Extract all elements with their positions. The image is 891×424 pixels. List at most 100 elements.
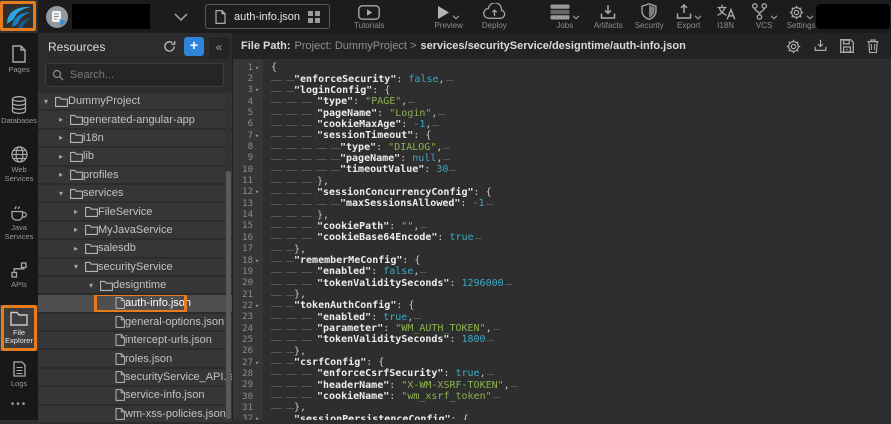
gutter-cell: 22▾ xyxy=(233,300,263,311)
project-switcher-icon[interactable] xyxy=(45,5,69,29)
sidebar-item-java-services[interactable]: Java Services xyxy=(0,198,38,246)
tree-item-securityservice[interactable]: ▾securityService xyxy=(38,259,232,277)
fold-toggle-icon[interactable]: ▾ xyxy=(253,64,261,72)
tree-item-generated-angular-app[interactable]: ▸generated-angular-app xyxy=(38,111,232,129)
line-number: 19 xyxy=(242,267,253,277)
topbar-tutorials-button[interactable]: Tutorials xyxy=(354,3,384,30)
line-number: 23 xyxy=(242,312,253,322)
line-number: 5 xyxy=(248,108,253,118)
chevron-down-icon[interactable]: ▾ xyxy=(74,262,85,271)
tree-item-salesdb[interactable]: ▸salesdb xyxy=(38,240,232,258)
tree-item-intercept-urls-json[interactable]: intercept-urls.json xyxy=(38,332,232,350)
tree-item-fileservice[interactable]: ▸FileService xyxy=(38,203,232,221)
code-token: : { xyxy=(413,130,431,141)
chevron-down-icon[interactable]: ▾ xyxy=(59,189,70,198)
topbar-preview-button[interactable]: Preview xyxy=(434,3,462,30)
tree-item-wm-xss-policies-json[interactable]: wm-xss-policies.json xyxy=(38,406,232,424)
tree-item-dummyproject[interactable]: ▾DummyProject xyxy=(38,93,232,111)
file-icon xyxy=(115,408,125,420)
search-input[interactable] xyxy=(45,63,224,87)
fold-toggle-icon[interactable]: ▾ xyxy=(253,415,261,420)
sidebar-item-web-services[interactable]: Web Services xyxy=(0,140,38,188)
topbar-security-button[interactable]: Security xyxy=(635,3,664,30)
file-icon xyxy=(215,10,226,24)
chevron-right-icon[interactable]: ▸ xyxy=(74,244,85,253)
topbar-settings-button[interactable]: Settings xyxy=(787,3,816,30)
whitespace-mark xyxy=(442,153,451,164)
code-token: "pageName" xyxy=(317,108,377,119)
topbar-artifacts-button[interactable]: Artifacts xyxy=(594,3,623,30)
sidebar-item-pages[interactable]: Pages xyxy=(0,39,38,80)
tree-item-roles-json[interactable]: roles.json xyxy=(38,350,232,368)
sidebar-item-databases[interactable]: Databases xyxy=(0,90,38,131)
app-logo[interactable] xyxy=(0,0,38,33)
tree-item-auth-info-json[interactable]: auth-info.json xyxy=(38,295,232,313)
tree-item-designtime[interactable]: ▾designtime xyxy=(38,277,232,295)
indent-guide xyxy=(271,357,294,368)
branch-icon xyxy=(751,3,768,20)
tree-item-securityservice-api-json[interactable]: securityService_API.json xyxy=(38,369,232,387)
indent-guide xyxy=(271,176,317,187)
whitespace-mark xyxy=(492,323,501,334)
whitespace-mark xyxy=(419,266,428,277)
chevron-down-icon[interactable] xyxy=(174,13,188,21)
chevron-right-icon[interactable]: ▸ xyxy=(59,170,70,179)
gutter-cell: 2 xyxy=(233,73,263,84)
fold-toggle-icon[interactable]: ▾ xyxy=(253,188,261,196)
code-token: "WM_AUTH_TOKEN" xyxy=(395,323,485,334)
sidebar-item-logs[interactable]: Logs xyxy=(0,355,38,394)
whitespace-mark xyxy=(474,232,483,243)
download-button[interactable] xyxy=(814,39,827,54)
tree-scrollbar-thumb[interactable] xyxy=(226,171,231,419)
topbar-jobs-button[interactable]: Jobs xyxy=(550,3,580,30)
tree-item-i18n[interactable]: ▸i18n xyxy=(38,130,232,148)
delete-button[interactable] xyxy=(867,39,879,54)
chevron-right-icon[interactable]: ▸ xyxy=(59,115,70,124)
gutter-cell: 14 xyxy=(233,209,263,220)
chevron-down-icon xyxy=(770,15,778,20)
sidebar-item-apis[interactable]: APIs xyxy=(0,256,38,295)
save-button[interactable] xyxy=(840,39,854,54)
chevron-down-icon[interactable]: ▾ xyxy=(44,97,55,106)
add-resource-button[interactable]: + xyxy=(184,37,204,56)
download-icon xyxy=(600,4,616,20)
fold-toggle-icon[interactable]: ▾ xyxy=(253,257,261,265)
refresh-icon[interactable] xyxy=(163,40,176,53)
tree-item-general-options-json[interactable]: general-options.json xyxy=(38,314,232,332)
fold-toggle-icon[interactable]: ▾ xyxy=(253,86,261,94)
grid-icon[interactable] xyxy=(308,11,320,23)
chevron-right-icon[interactable]: ▸ xyxy=(59,152,70,161)
tree-item-profiles[interactable]: ▸profiles xyxy=(38,167,232,185)
chevron-right-icon[interactable]: ▸ xyxy=(59,133,70,142)
sidebar-item-label: Java Services xyxy=(0,224,38,241)
play-icon xyxy=(437,5,450,20)
toolbar-item-label: Deploy xyxy=(482,21,507,30)
tree-item-myjavaservice[interactable]: ▸MyJavaService xyxy=(38,222,232,240)
whitespace-mark xyxy=(486,334,495,345)
topbar-i18n-button[interactable]: I18N xyxy=(716,3,736,30)
tree-item-lib[interactable]: ▸lib xyxy=(38,148,232,166)
code-line: 13"maxSessionsAllowed": -1 xyxy=(233,198,891,209)
code-line: 17}, xyxy=(233,244,891,255)
settings-button[interactable] xyxy=(786,39,801,54)
tree-item-services[interactable]: ▾services xyxy=(38,185,232,203)
code-token: "" xyxy=(401,221,413,232)
tree-item-service-info-json[interactable]: service-info.json xyxy=(38,387,232,405)
code-surface[interactable]: 1▾{2"enforceSecurity": false,3▾"loginCon… xyxy=(233,59,891,420)
fold-toggle-icon[interactable]: ▾ xyxy=(253,302,261,310)
fold-toggle-icon[interactable]: ▾ xyxy=(253,132,261,140)
chevron-right-icon[interactable]: ▸ xyxy=(74,207,85,216)
sidebar-item-file-explorer[interactable]: File Explorer xyxy=(0,305,38,351)
fold-toggle-icon[interactable]: ▾ xyxy=(253,359,261,367)
whitespace-mark xyxy=(419,221,428,232)
gutter-cell: 21 xyxy=(233,289,263,300)
indent-guide xyxy=(271,153,340,164)
chevron-right-icon[interactable]: ▸ xyxy=(74,225,85,234)
more-options-button[interactable]: ••• xyxy=(0,393,38,420)
open-file-tab[interactable]: auth-info.json xyxy=(205,4,330,29)
topbar-export-button[interactable]: Export xyxy=(676,3,702,30)
topbar-vcs-button[interactable]: VCS xyxy=(751,3,778,30)
collapse-panel-button[interactable]: « xyxy=(209,37,229,59)
topbar-deploy-button[interactable]: Deploy xyxy=(482,3,507,30)
chevron-down-icon[interactable]: ▾ xyxy=(89,281,100,290)
